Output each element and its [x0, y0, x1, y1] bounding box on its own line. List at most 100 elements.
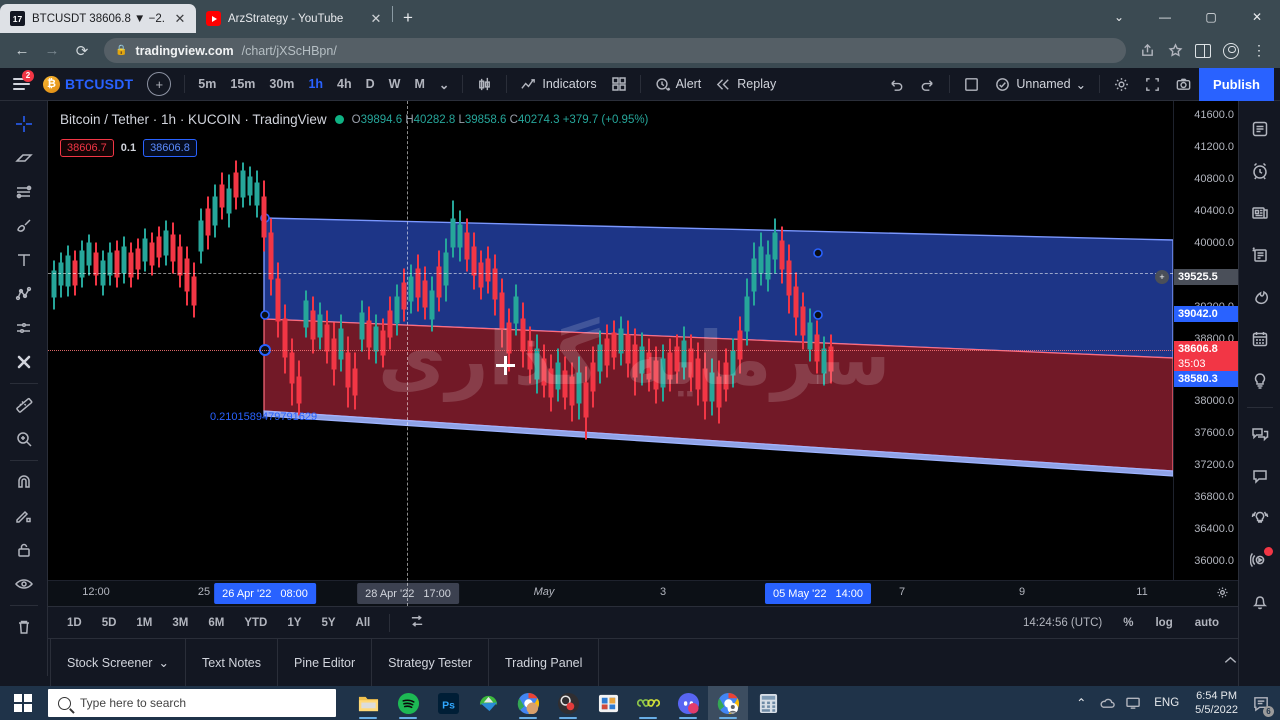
save-layout-button[interactable]: Unnamed ⌄	[987, 71, 1093, 98]
chrome-profile-icon[interactable]	[508, 686, 548, 720]
hide-drawings-icon[interactable]	[5, 567, 43, 601]
discord-icon[interactable]	[668, 686, 708, 720]
network-icon[interactable]	[1120, 686, 1146, 720]
minimize-button[interactable]: —	[1142, 0, 1188, 33]
layouts-button[interactable]	[604, 71, 634, 98]
browser-tab-youtube[interactable]: ArzStrategy - YouTube ✕	[196, 4, 392, 33]
windows-start-icon[interactable]	[0, 686, 46, 720]
chevron-down-icon[interactable]: ⌄	[158, 655, 168, 670]
magnet-icon[interactable]	[5, 465, 43, 499]
time-axis-settings-gear-icon[interactable]	[1215, 585, 1230, 605]
private-chat-icon[interactable]	[1243, 456, 1277, 496]
undo-button[interactable]	[881, 71, 912, 98]
notifications-bell-icon[interactable]	[1243, 582, 1277, 622]
tab-search-chevron-icon[interactable]: ⌄	[1096, 0, 1142, 33]
horizontal-lines-icon[interactable]	[5, 175, 43, 209]
scale-auto[interactable]: auto	[1186, 614, 1228, 632]
broadcast-icon[interactable]	[1243, 540, 1277, 580]
timeframe-4h[interactable]: 4h	[330, 71, 359, 97]
share-icon[interactable]	[1134, 38, 1160, 64]
close-icon[interactable]: ✕	[368, 11, 384, 27]
add-symbol-button[interactable]: +	[140, 71, 178, 98]
file-explorer-icon[interactable]	[348, 686, 388, 720]
close-icon[interactable]: ✕	[172, 11, 188, 27]
timeframe-15m[interactable]: 15m	[223, 71, 262, 97]
new-tab-button[interactable]: +	[394, 4, 422, 32]
timeframe-D[interactable]: D	[359, 71, 382, 97]
brush-icon[interactable]	[5, 209, 43, 243]
tab-trading-panel[interactable]: Trading Panel	[489, 639, 600, 686]
show-hidden-icons-chevron-icon[interactable]: ⌃	[1068, 686, 1094, 720]
calendar-icon[interactable]	[1243, 319, 1277, 359]
language-indicator[interactable]: ENG	[1146, 697, 1187, 709]
bookmark-star-icon[interactable]	[1162, 38, 1188, 64]
range-All[interactable]: All	[347, 614, 380, 632]
timeframe-W[interactable]: W	[382, 71, 408, 97]
tab-text-notes[interactable]: Text Notes	[186, 639, 279, 686]
range-1Y[interactable]: 1Y	[278, 614, 310, 632]
tab-pine-editor[interactable]: Pine Editor	[278, 639, 373, 686]
scale-percent[interactable]: %	[1114, 614, 1142, 632]
tab-strategy-tester[interactable]: Strategy Tester	[372, 639, 490, 686]
chart-type-candles-icon[interactable]	[469, 71, 500, 98]
taskbar-clock[interactable]: 6:54 PM 5/5/2022	[1187, 689, 1246, 717]
range-5Y[interactable]: 5Y	[312, 614, 344, 632]
remove-icon[interactable]	[5, 345, 43, 379]
news-icon[interactable]	[1243, 193, 1277, 233]
snapshot-camera-icon[interactable]	[1168, 71, 1199, 98]
hotlist-icon[interactable]	[1243, 277, 1277, 317]
trend-line-icon[interactable]	[5, 141, 43, 175]
address-bar[interactable]: 🔒 tradingview.com/chart/jXScHBpn/	[104, 38, 1126, 63]
forward-button[interactable]: →	[38, 37, 66, 65]
range-6M[interactable]: 6M	[199, 614, 233, 632]
range-YTD[interactable]: YTD	[235, 614, 276, 632]
go-to-date-icon[interactable]	[400, 611, 435, 635]
publish-button[interactable]: Publish	[1199, 67, 1274, 101]
photoshop-icon[interactable]: Ps	[428, 686, 468, 720]
microsoft-store-icon[interactable]	[588, 686, 628, 720]
redo-button[interactable]	[912, 71, 943, 98]
public-chat-icon[interactable]	[1243, 414, 1277, 454]
reload-button[interactable]: ⟳	[68, 37, 96, 65]
main-menu-button[interactable]: 2	[6, 69, 36, 98]
chrome-menu-icon[interactable]: ⋮	[1246, 38, 1272, 64]
chevron-up-icon[interactable]	[1222, 652, 1239, 674]
timeframe-30m[interactable]: 30m	[262, 71, 301, 97]
maximize-button[interactable]: ▢	[1188, 0, 1234, 33]
timeframe-more-chevron-icon[interactable]: ⌄	[432, 71, 456, 97]
chart-canvas[interactable]: سرمایه گذاری Bitcoin / Tether · 1h · KUC…	[48, 101, 1173, 606]
prediction-icon[interactable]	[5, 311, 43, 345]
idm-icon[interactable]	[468, 686, 508, 720]
onedrive-icon[interactable]	[1094, 686, 1120, 720]
zoom-in-icon[interactable]	[5, 422, 43, 456]
calculator-icon[interactable]	[748, 686, 788, 720]
infinity-icon[interactable]	[628, 686, 668, 720]
indicators-button[interactable]: Indicators	[513, 71, 603, 98]
spotify-icon[interactable]	[388, 686, 428, 720]
range-5D[interactable]: 5D	[93, 614, 126, 632]
trash-icon[interactable]	[5, 610, 43, 644]
chrome-icon[interactable]	[708, 686, 748, 720]
indicator-pill-left[interactable]: 38606.7	[60, 139, 114, 157]
timeframe-5m[interactable]: 5m	[191, 71, 223, 97]
taskbar-search-input[interactable]: Type here to search	[48, 689, 336, 717]
tab-stock-screener[interactable]: Stock Screener ⌄	[50, 639, 186, 686]
symbol-search-button[interactable]: ₿ BTCUSDT	[36, 71, 140, 98]
back-button[interactable]: ←	[8, 37, 36, 65]
timeframe-M[interactable]: M	[407, 71, 431, 97]
timeframe-1h[interactable]: 1h	[301, 71, 330, 97]
lock-drawings-icon[interactable]	[5, 533, 43, 567]
alert-button[interactable]: Alert	[647, 71, 709, 98]
indicator-pill-right[interactable]: 38606.8	[143, 139, 197, 157]
side-panel-icon[interactable]	[1190, 38, 1216, 64]
layout-grid-button[interactable]	[956, 71, 987, 98]
price-axis[interactable]: 41600.0 41200.0 40800.0 40400.0 40000.0 …	[1173, 101, 1238, 606]
watchlist-icon[interactable]	[1243, 109, 1277, 149]
scale-log[interactable]: log	[1146, 614, 1181, 632]
ideas-bulb-icon[interactable]	[1243, 361, 1277, 401]
ideas-stream-icon[interactable]	[1243, 498, 1277, 538]
measure-ruler-icon[interactable]	[5, 388, 43, 422]
chevron-down-icon[interactable]: ⌄	[1076, 77, 1086, 92]
chart-settings-gear-icon[interactable]	[1106, 71, 1137, 98]
notification-center-icon[interactable]: 6	[1246, 686, 1276, 720]
